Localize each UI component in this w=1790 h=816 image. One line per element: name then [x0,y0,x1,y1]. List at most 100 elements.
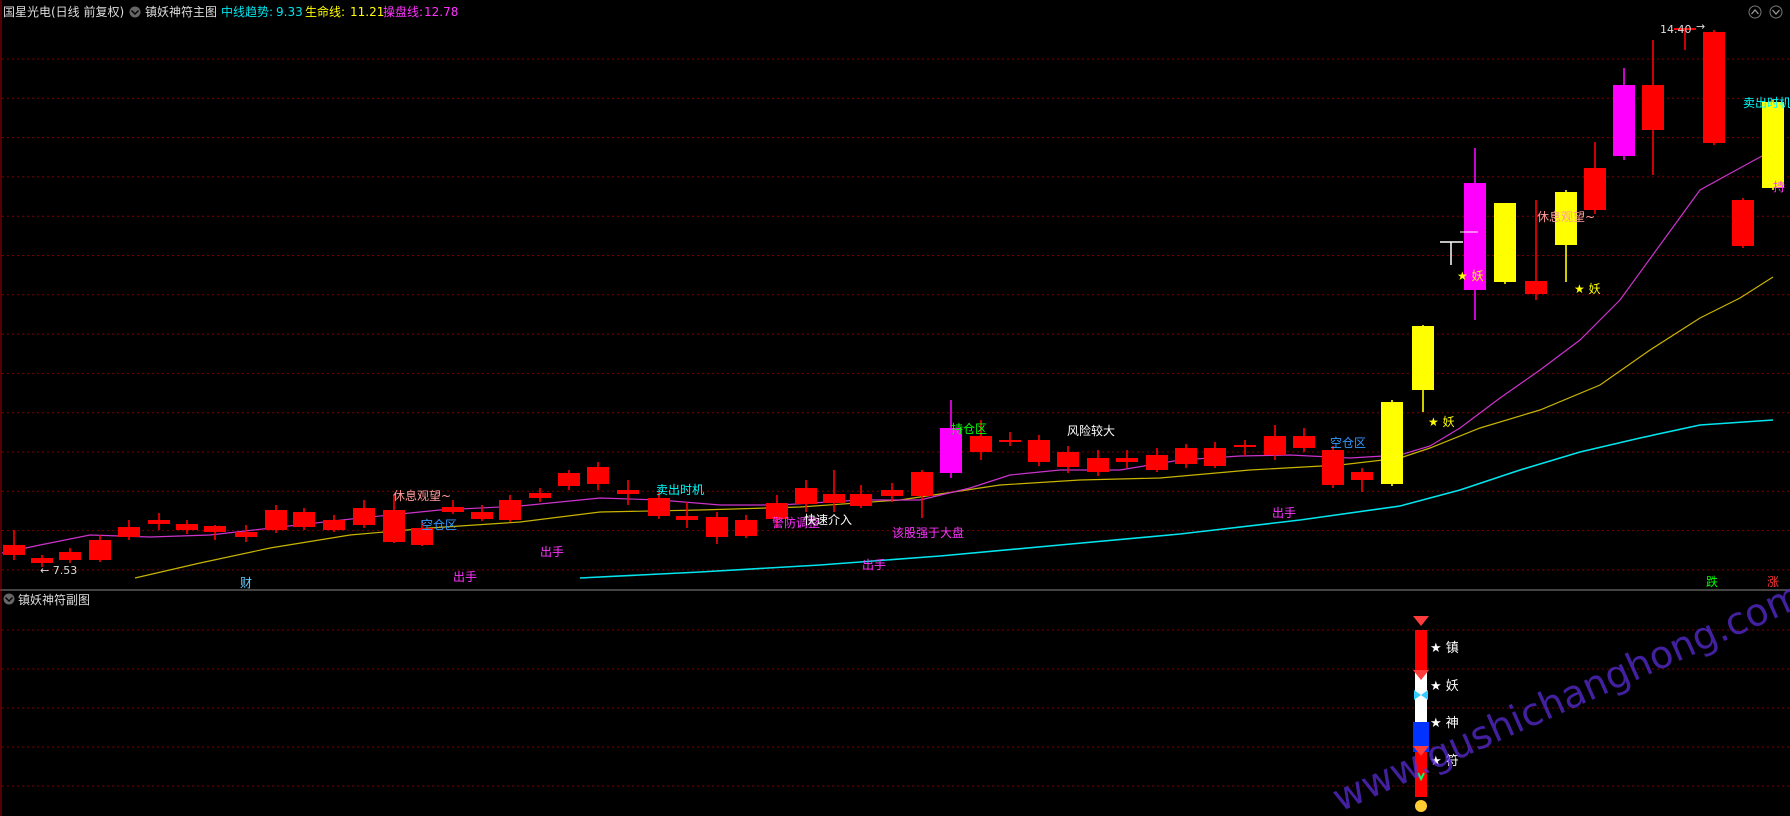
candle [293,508,315,530]
candle-body [148,520,170,524]
candle [204,525,226,540]
annotation-demon-star: ★ 妖 [1428,415,1455,429]
candle [265,505,287,533]
candle-body [999,440,1021,442]
candle [706,512,728,544]
candle [735,515,757,538]
main-header: 国星光电(日线 前复权) 镇妖神符主图 中线趋势: 9.33 生命线: 11.2… [3,4,458,19]
candle [1322,446,1344,488]
candle-body [31,558,53,563]
candle-body [1584,168,1606,210]
candle [1264,425,1286,460]
candle-body [323,520,345,530]
signal-bar-zhen [1415,630,1427,672]
chart-window: 国星光电(日线 前复权) 镇妖神符主图 中线趋势: 9.33 生命线: 11.2… [0,0,1790,816]
candle [3,530,25,560]
candle-body [1264,436,1286,455]
candle-body [442,507,464,512]
candle [1613,68,1635,160]
candle [558,470,580,490]
candle-body [265,510,287,530]
candle-body [204,526,226,532]
annotation-rest: 休息观望~ [393,488,451,503]
collapse-main-icon[interactable] [129,6,141,18]
candle [323,515,345,532]
annotation-strike: 出手 [1272,506,1296,520]
candle-body [176,524,198,530]
candle [235,525,257,542]
candle [1412,325,1434,412]
annotation-demon-star: ★ 妖 [1457,269,1484,283]
candle-body [850,494,872,506]
candle [1146,448,1168,472]
candle-body [911,472,933,496]
candle-body [1525,281,1547,294]
candle [89,535,111,562]
scroll-up-icon[interactable] [1748,5,1762,19]
high-price-arrow: → [1696,20,1705,33]
candle [1381,400,1403,486]
annotation-strike: 出手 [453,570,477,584]
candle [1028,435,1050,466]
candle-body [59,552,81,560]
candle-body [1293,436,1315,448]
candle [1464,148,1486,320]
candle [1204,442,1226,468]
annotation-hold: 持 [1773,179,1785,194]
stock-name[interactable]: 国星光电(日线 前复权) [3,4,124,19]
lifeline-value: 11.21 [350,5,384,19]
candle-body [383,510,405,542]
candle [617,480,639,505]
candle [850,485,872,508]
candle [1057,446,1079,473]
operator-value: 12.78 [424,5,458,19]
candle [1732,198,1754,248]
candle-body [1057,452,1079,467]
candle [1175,444,1197,468]
candle-body [1204,448,1226,466]
sub-indicator-name[interactable]: 镇妖神符副图 [18,592,90,607]
lifeline-label: 生命线: [305,4,345,19]
candle [999,432,1021,446]
annotation-strike: 出手 [862,558,886,572]
diamond-icon [1413,616,1429,626]
candle-body [881,490,903,496]
scroll-down-icon[interactable] [1769,5,1783,19]
collapse-sub-icon[interactable] [3,593,15,605]
candle [529,488,551,502]
candle-body [1494,203,1516,282]
candle-body [617,490,639,494]
annotation-high-risk: 风险较大 [1067,423,1115,438]
candle-body [1087,458,1109,472]
candle-body [1762,102,1784,188]
candle [1642,40,1664,175]
candle [499,495,521,522]
candle [118,520,140,540]
candle [1293,428,1315,452]
candle [1116,450,1138,468]
sub-label-yao: ★ 妖 [1430,679,1459,694]
candlestick-group [3,28,1784,567]
candle-body [353,508,375,525]
candle-body [89,540,111,560]
low-price-mark: ← 7.53 [40,564,77,577]
candle [1351,468,1373,492]
candle-body [1175,448,1197,464]
candle-body [587,467,609,484]
candle [1762,100,1784,190]
candle-body [1146,455,1168,470]
candle [353,500,375,528]
annotation-sell-timing: 卖出时机 [656,483,704,497]
annotation-empty-zone: 空仓区 [421,518,457,532]
candle-body [1116,458,1138,462]
watermark: www.gushichanghong.com [1326,573,1790,816]
indicator-name[interactable]: 镇妖神符主图 [145,4,217,19]
candle-body [293,512,315,527]
midline-trend-line [579,419,1774,579]
candle-body [1613,85,1635,156]
candle [911,470,933,518]
candle-body [706,517,728,537]
candle-body [118,527,140,537]
candle [1234,440,1256,456]
candle-body [1322,450,1344,485]
